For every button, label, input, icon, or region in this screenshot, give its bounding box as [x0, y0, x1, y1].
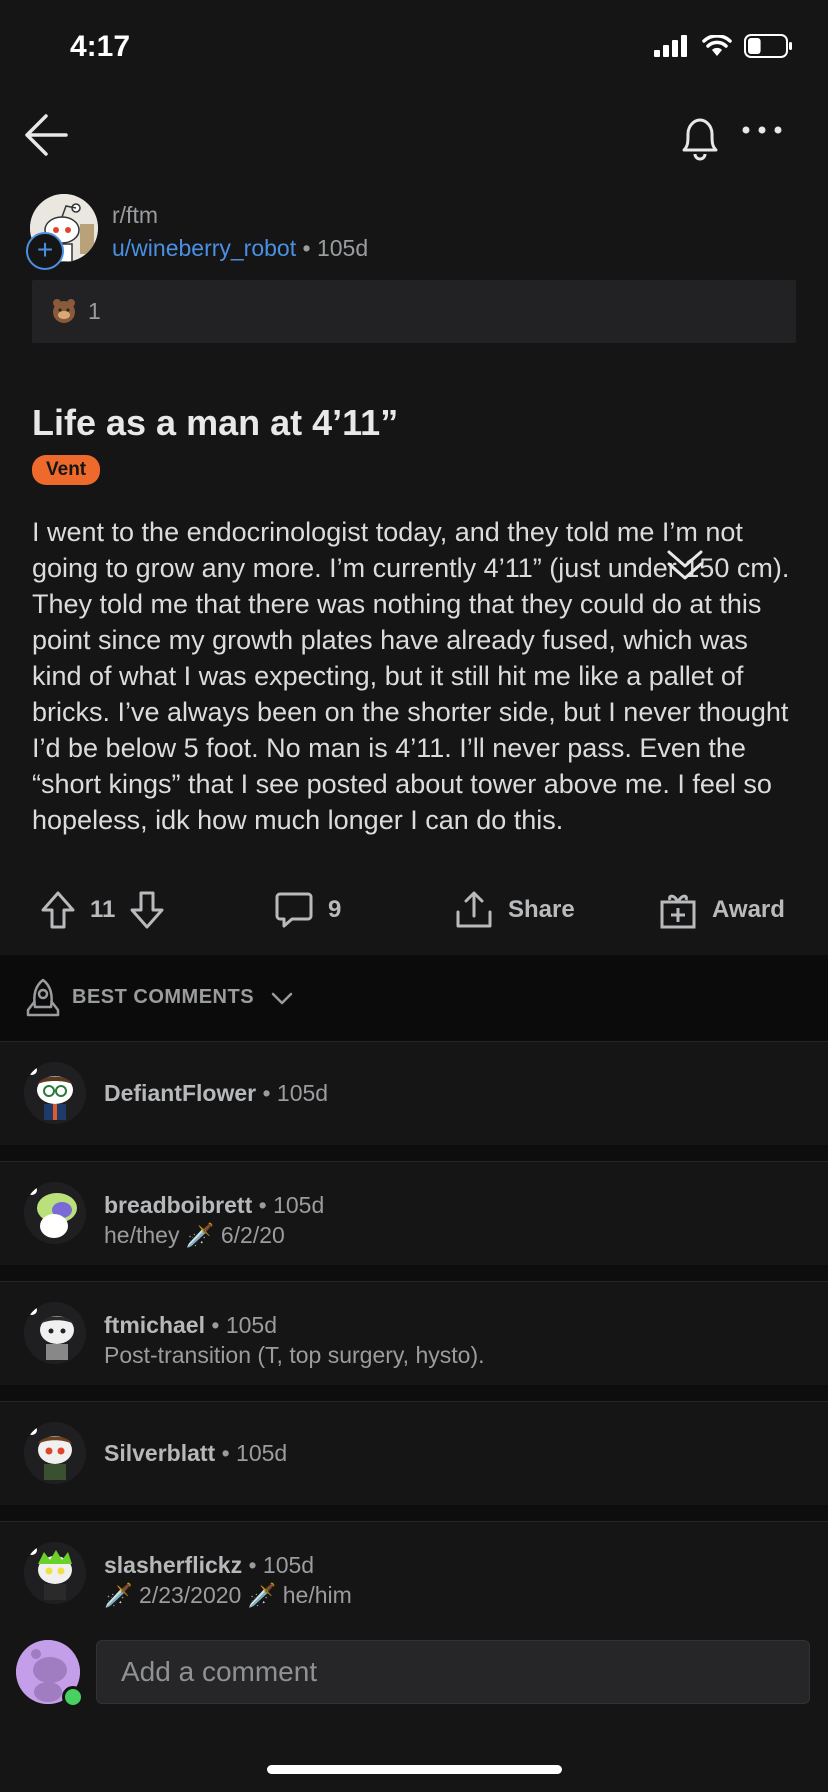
comment-count: 9	[328, 896, 342, 923]
user-avatar[interactable]	[24, 1542, 86, 1604]
upvote-icon[interactable]	[40, 890, 76, 930]
comment-meta: ftmichael • 105d	[104, 1312, 277, 1339]
post-age: 105d	[316, 235, 369, 261]
meta-separator: •	[302, 235, 311, 261]
online-status-dot	[62, 1686, 84, 1708]
award-icon	[53, 299, 75, 323]
comment-meta: slasherflickz • 105d	[104, 1552, 314, 1579]
comment-divider	[0, 1265, 828, 1281]
award-bar[interactable]: 1	[32, 280, 796, 343]
comments-button[interactable]: 9	[274, 890, 341, 930]
comment-icon	[275, 892, 313, 928]
vote-count: 11	[90, 896, 116, 923]
comment-meta: breadboibrett • 105d	[104, 1192, 324, 1219]
vote-group: 11	[40, 890, 165, 930]
chevron-down-icon[interactable]	[665, 548, 705, 582]
battery-icon	[744, 34, 792, 58]
home-indicator[interactable]	[267, 1765, 562, 1774]
subreddit-name[interactable]: r/ftm	[112, 202, 158, 229]
user-flair: Post-transition (T, top surgery, hysto).	[104, 1342, 485, 1368]
gift-icon	[660, 894, 696, 929]
rocket-icon	[26, 978, 60, 1017]
comment-username[interactable]: DefiantFlower	[104, 1080, 256, 1106]
sort-label: BEST COMMENTS	[72, 986, 255, 1008]
comment-username[interactable]: Silverblatt	[104, 1440, 215, 1466]
user-avatar[interactable]	[24, 1422, 86, 1484]
comment-item[interactable]: Silverblatt • 105d	[0, 1401, 828, 1506]
comment-divider	[0, 1145, 828, 1161]
user-flair: he/they 🗡️ 6/2/20	[104, 1222, 285, 1248]
user-flair: 🗡️ 2/23/2020 🗡️ he/him	[104, 1582, 352, 1608]
post-actions: 11 9 Share Award	[0, 890, 828, 940]
status-time: 4:17	[70, 30, 131, 63]
add-comment-input[interactable]	[96, 1640, 810, 1704]
comment-divider	[0, 1505, 828, 1521]
back-arrow-icon[interactable]	[22, 110, 72, 160]
comment-meta: Silverblatt • 105d	[104, 1440, 287, 1467]
comment-age: • 105d	[258, 1192, 325, 1218]
status-icons	[654, 34, 794, 58]
post-flair[interactable]: Vent	[32, 455, 101, 485]
author-link[interactable]: u/wineberry_robot	[112, 235, 296, 261]
signal-icon	[654, 35, 687, 57]
comment-age: • 105d	[248, 1552, 315, 1578]
user-avatar[interactable]	[24, 1182, 86, 1244]
award-label: Award	[712, 896, 785, 923]
comment-divider	[0, 1385, 828, 1401]
chevron-down-icon	[271, 992, 293, 1005]
comment-username[interactable]: breadboibrett	[104, 1192, 252, 1218]
comment-item[interactable]: ftmichael • 105d Post-transition (T, top…	[0, 1281, 828, 1386]
comment-meta: DefiantFlower • 105d	[104, 1080, 328, 1107]
comment-item[interactable]: breadboibrett • 105d he/they 🗡️ 6/2/20	[0, 1161, 828, 1266]
join-button[interactable]: +	[26, 232, 64, 270]
share-button[interactable]: Share	[454, 890, 575, 930]
comment-username[interactable]: slasherflickz	[104, 1552, 242, 1578]
award-count: 1	[88, 298, 101, 324]
comment-item[interactable]: DefiantFlower • 105d	[0, 1041, 828, 1146]
wifi-icon	[702, 35, 732, 56]
comment-item[interactable]: slasherflickz • 105d 🗡️ 2/23/2020 🗡️ he/…	[0, 1521, 828, 1626]
share-label: Share	[508, 896, 575, 923]
comment-composer	[0, 1620, 828, 1724]
comment-age: • 105d	[262, 1080, 329, 1106]
comment-age: • 105d	[211, 1312, 277, 1338]
user-avatar[interactable]	[24, 1062, 86, 1124]
share-icon	[456, 891, 492, 928]
comment-sort-bar[interactable]: BEST COMMENTS	[0, 955, 828, 1041]
post-title: Life as a man at 4’11”	[32, 402, 399, 443]
comment-age: • 105d	[221, 1440, 288, 1466]
bell-icon[interactable]	[676, 114, 724, 164]
downvote-icon[interactable]	[129, 890, 165, 930]
more-icon[interactable]	[740, 124, 784, 136]
author-line: u/wineberry_robot • 105d	[112, 235, 368, 262]
award-button[interactable]: Award	[658, 890, 785, 930]
comment-username[interactable]: ftmichael	[104, 1312, 205, 1338]
user-avatar[interactable]	[24, 1302, 86, 1364]
